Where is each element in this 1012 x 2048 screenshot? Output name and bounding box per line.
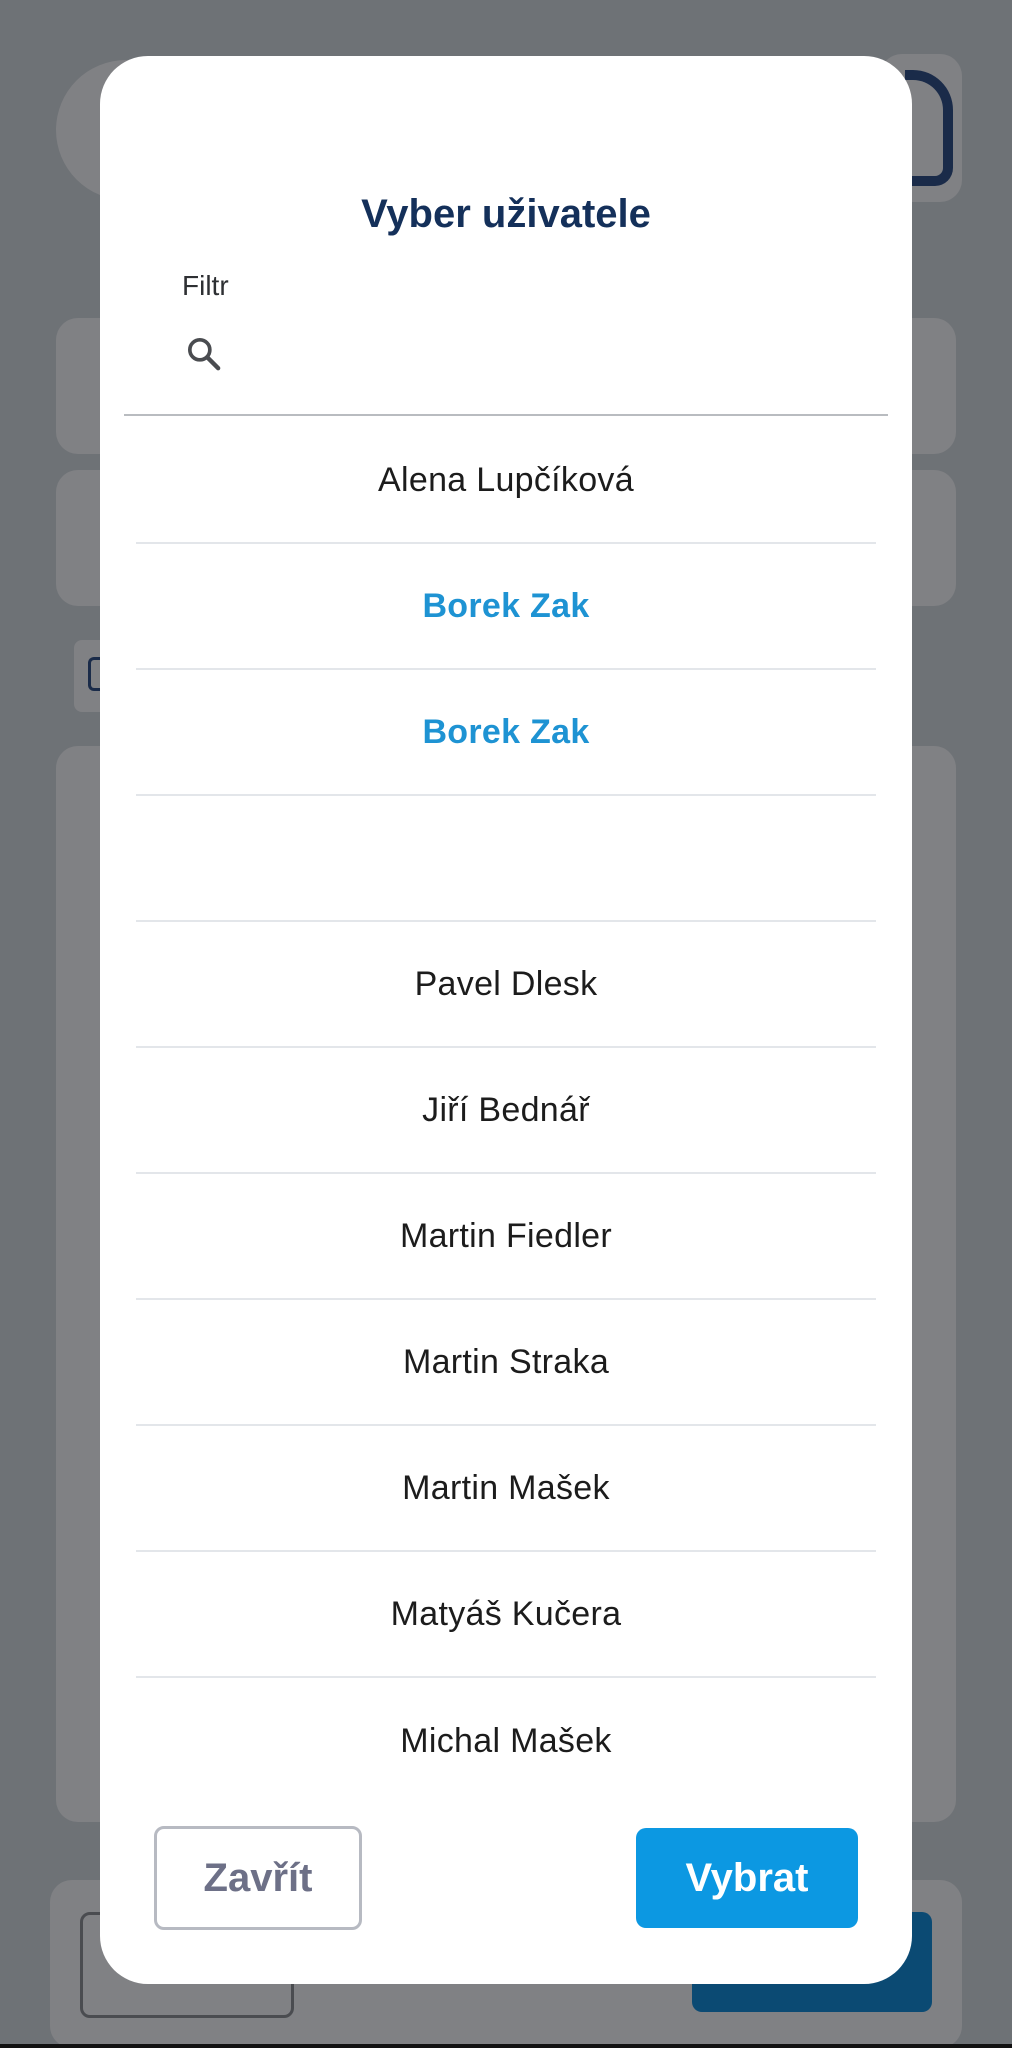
- filter-label: Filtr: [182, 270, 229, 301]
- filter-input[interactable]: [240, 328, 864, 378]
- user-list-item[interactable]: Martin Straka: [136, 1300, 876, 1426]
- user-list-item[interactable]: Alena Lupčíková: [136, 418, 876, 544]
- user-list-item[interactable]: Pavel Dlesk: [136, 922, 876, 1048]
- filter-underline: [124, 414, 888, 416]
- user-list-item[interactable]: Borek Zak: [136, 544, 876, 670]
- user-list-item[interactable]: Borek Zak: [136, 670, 876, 796]
- user-list-item[interactable]: Martin Fiedler: [136, 1174, 876, 1300]
- close-button[interactable]: Zavřít: [154, 1826, 362, 1930]
- user-list-item[interactable]: Jiří Bednář: [136, 1048, 876, 1174]
- system-bottom-bar: [0, 2044, 1012, 2048]
- select-button[interactable]: Vybrat: [636, 1828, 858, 1928]
- user-list-item[interactable]: Michal Mašek: [136, 1678, 876, 1804]
- user-list-item[interactable]: [136, 796, 876, 922]
- user-list-item[interactable]: Matyáš Kučera: [136, 1552, 876, 1678]
- user-list: Alena Lupčíková Borek Zak Borek Zak Pavel D…: [136, 418, 876, 1804]
- dialog-title: Vyber uživatele: [361, 192, 651, 236]
- search-icon: [188, 338, 221, 371]
- user-list-item[interactable]: Martin Mašek: [136, 1426, 876, 1552]
- bell-icon: [905, 70, 953, 186]
- user-select-dialog: Vyber uživatele Filtr Alena Lupčíková Bor…: [100, 56, 912, 1984]
